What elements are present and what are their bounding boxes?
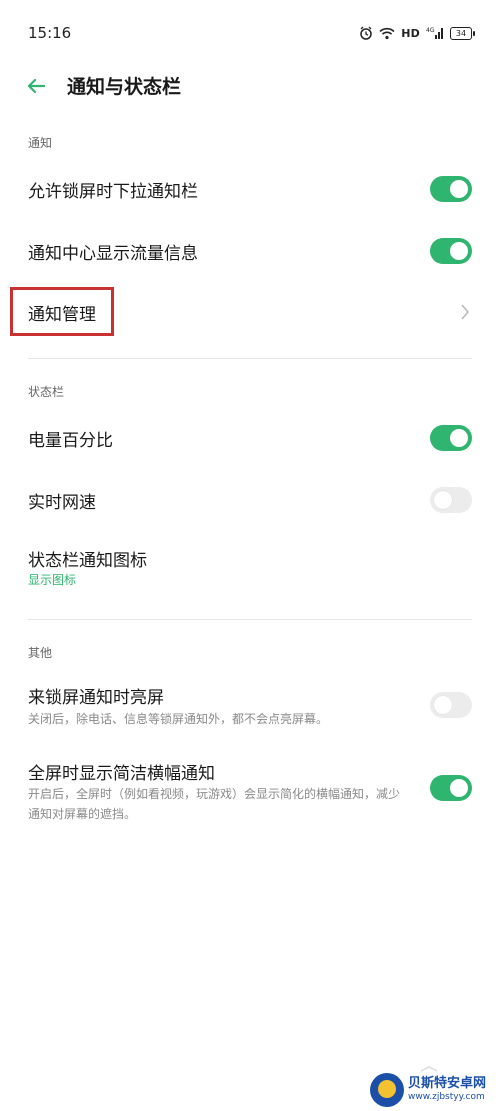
wifi-icon xyxy=(379,27,395,40)
status-icons: HD 4G 34 xyxy=(359,22,475,44)
row-title: 全屏时显示简洁横幅通知 xyxy=(28,764,215,784)
battery-icon: 34 xyxy=(450,26,475,40)
row-title: 来锁屏通知时亮屏 xyxy=(28,688,164,708)
hd-label: HD xyxy=(401,26,420,40)
back-arrow-icon[interactable] xyxy=(24,74,48,98)
status-bar: 15:16 HD 4G 34 xyxy=(0,0,500,66)
divider xyxy=(28,619,472,620)
row-battery-percent[interactable]: 电量百分比 xyxy=(0,412,500,464)
section-label-other: 其他 xyxy=(28,646,53,660)
row-lockscreen-pulldown[interactable]: 允许锁屏时下拉通知栏 xyxy=(0,163,500,215)
row-wake-on-notify[interactable]: 来锁屏通知时亮屏 关闭后，除电话、信息等锁屏通知外，都不会点亮屏幕。 xyxy=(0,674,500,736)
row-title: 实时网速 xyxy=(28,493,96,513)
row-title: 通知中心显示流量信息 xyxy=(28,244,198,264)
chevron-right-icon xyxy=(460,303,470,321)
app-header: 通知与状态栏 xyxy=(0,60,500,112)
svg-text:4G: 4G xyxy=(426,27,435,34)
net-speed-toggle[interactable] xyxy=(430,487,472,513)
watermark-name: 贝斯特安卓网 xyxy=(408,1076,487,1092)
row-value: 显示图标 xyxy=(28,573,77,587)
row-net-speed[interactable]: 实时网速 xyxy=(0,474,500,526)
divider xyxy=(28,358,472,359)
banner-fullscreen-toggle[interactable] xyxy=(430,775,472,801)
row-banner-fullscreen[interactable]: 全屏时显示简洁横幅通知 开启后，全屏时（例如看视频，玩游戏）会显示简化的横幅通知… xyxy=(0,752,500,824)
traffic-info-toggle[interactable] xyxy=(430,238,472,264)
row-title: 状态栏通知图标 xyxy=(28,551,147,571)
page-title: 通知与状态栏 xyxy=(67,76,182,98)
lockscreen-pulldown-toggle[interactable] xyxy=(430,176,472,202)
battery-percent-toggle[interactable] xyxy=(430,425,472,451)
row-traffic-info[interactable]: 通知中心显示流量信息 xyxy=(0,225,500,277)
highlight-box xyxy=(10,287,114,336)
watermark-logo-icon xyxy=(370,1073,404,1107)
row-desc: 关闭后，除电话、信息等锁屏通知外，都不会点亮屏幕。 xyxy=(28,712,329,726)
row-desc: 开启后，全屏时（例如看视频，玩游戏）会显示简化的横幅通知，减少通知对屏幕的遮挡。 xyxy=(28,787,401,821)
status-time: 15:16 xyxy=(28,24,72,42)
watermark: 贝斯特安卓网 www.zjbstyy.com xyxy=(370,1070,500,1110)
signal-icon: 4G xyxy=(426,26,444,40)
row-title: 电量百分比 xyxy=(28,431,113,451)
alarm-icon xyxy=(359,26,373,40)
section-label-notify: 通知 xyxy=(28,136,53,150)
row-title: 允许锁屏时下拉通知栏 xyxy=(28,182,198,202)
section-label-statusbar: 状态栏 xyxy=(28,385,65,399)
chevron-up-icon xyxy=(419,1058,439,1072)
wake-on-notify-toggle[interactable] xyxy=(430,692,472,718)
watermark-url: www.zjbstyy.com xyxy=(408,1092,485,1103)
row-status-icons[interactable]: 状态栏通知图标 显示图标 xyxy=(0,536,500,596)
